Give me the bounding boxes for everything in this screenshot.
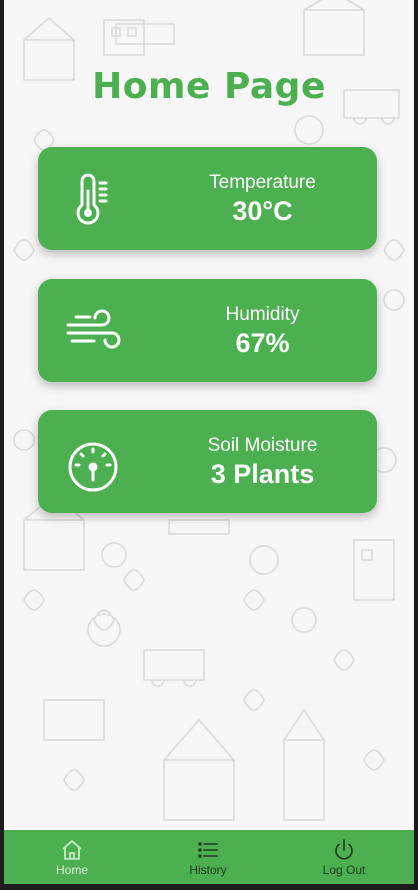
nav-history-label: History bbox=[189, 863, 227, 877]
nav-logout-label: Log Out bbox=[322, 863, 366, 877]
soil-moisture-value: 3 Plants bbox=[210, 459, 315, 489]
power-icon bbox=[335, 839, 353, 860]
temperature-card[interactable]: Temperature 30°C bbox=[38, 147, 377, 250]
bottom-nav-bar: Home History Log Out bbox=[4, 830, 414, 884]
home-icon bbox=[62, 840, 82, 860]
nav-home-label: Home bbox=[55, 863, 88, 877]
humidity-card[interactable]: Humidity 67% bbox=[38, 279, 377, 382]
temperature-value: 30°C bbox=[232, 196, 293, 226]
thermometer-icon bbox=[76, 173, 108, 225]
gauge-icon bbox=[68, 442, 118, 492]
app-screen: Home Page Temperature 30°C Humidity 67% bbox=[4, 0, 414, 884]
nav-tab-history[interactable]: History bbox=[140, 830, 276, 884]
wind-icon bbox=[66, 309, 121, 349]
soil-moisture-label: Soil Moisture bbox=[207, 435, 318, 456]
page-title: Home Page bbox=[92, 66, 326, 107]
soil-moisture-card[interactable]: Soil Moisture 3 Plants bbox=[38, 410, 377, 513]
nav-tab-logout[interactable]: Log Out bbox=[276, 830, 412, 884]
list-icon bbox=[198, 842, 218, 858]
temperature-label: Temperature bbox=[209, 172, 316, 193]
humidity-value: 67% bbox=[235, 328, 290, 358]
humidity-label: Humidity bbox=[225, 304, 300, 325]
nav-tab-home[interactable]: Home bbox=[4, 830, 140, 884]
